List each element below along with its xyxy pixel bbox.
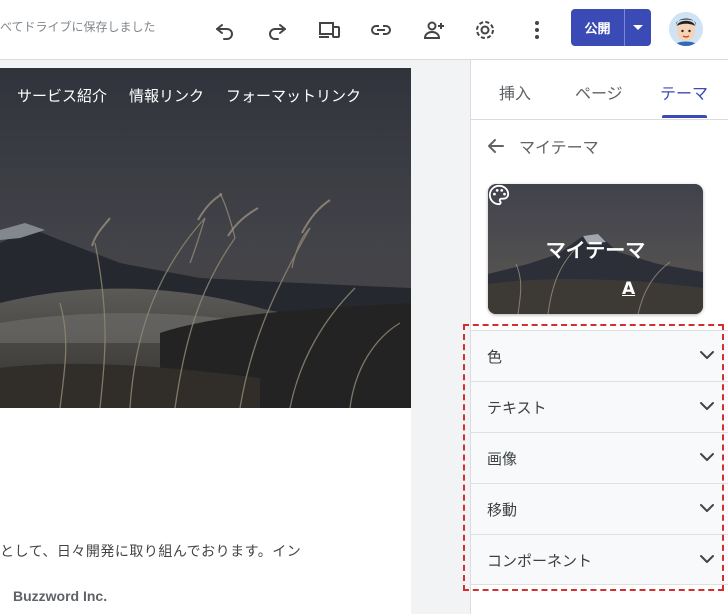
section-label: 移動 <box>487 501 518 519</box>
nav-link-services[interactable]: サービス紹介 <box>17 85 107 106</box>
section-colors[interactable]: 色 <box>471 330 728 381</box>
undo-icon[interactable] <box>209 14 241 46</box>
chevron-down-icon[interactable] <box>697 396 717 416</box>
chevron-down-icon[interactable] <box>697 549 717 569</box>
nav-link-format[interactable]: フォーマットリンク <box>226 85 361 106</box>
top-toolbar: べてドライブに保存しました 公開 <box>0 0 728 60</box>
section-label: 画像 <box>487 450 518 468</box>
preview-icon[interactable] <box>313 14 345 46</box>
link-icon[interactable] <box>365 14 397 46</box>
more-icon[interactable] <box>521 14 553 46</box>
theme-card-title: マイテーマ <box>545 238 646 262</box>
settings-icon[interactable] <box>469 14 501 46</box>
section-label: コンポーネント <box>487 552 593 570</box>
section-text[interactable]: テキスト <box>471 381 728 432</box>
section-images[interactable]: 画像 <box>471 432 728 483</box>
back-to-themes-button[interactable]: マイテーマ <box>487 134 599 158</box>
sites-editor: べてドライブに保存しました 公開 サービス紹介 情報リンク フォーマットリンク … <box>0 0 728 614</box>
chevron-down-icon[interactable] <box>625 9 651 46</box>
avatar[interactable] <box>669 12 703 46</box>
panel-tabs: 挿入 ページ テーマ <box>471 60 728 120</box>
chevron-down-icon[interactable] <box>697 498 717 518</box>
text-format-icon[interactable]: A <box>622 279 635 299</box>
chevron-down-icon[interactable] <box>697 447 717 467</box>
section-label: 色 <box>487 348 503 366</box>
redo-icon[interactable] <box>261 14 293 46</box>
hero-background-image <box>0 68 411 408</box>
publish-button[interactable]: 公開 <box>571 9 651 46</box>
chevron-down-icon[interactable] <box>697 345 717 365</box>
publish-label[interactable]: 公開 <box>571 9 625 46</box>
theme-preview-card[interactable]: マイテーマ A <box>488 184 703 314</box>
arrow-back-icon[interactable] <box>487 137 505 155</box>
site-body-text[interactable]: として、日々開発に取り組んでおります。イン <box>0 541 301 561</box>
section-navigation[interactable]: 移動 <box>471 483 728 534</box>
tab-pages[interactable]: ページ <box>575 80 623 104</box>
save-status: べてドライブに保存しました <box>0 20 156 34</box>
back-label: マイテーマ <box>519 138 599 157</box>
side-panel: 挿入 ページ テーマ マイテーマ マイテーマ A 色 テキスト 画像 移動 コン… <box>470 60 728 614</box>
site-nav: サービス紹介 情報リンク フォーマットリンク <box>17 85 361 106</box>
tab-themes[interactable]: テーマ <box>660 80 708 104</box>
active-tab-indicator <box>662 115 707 118</box>
theme-settings-sections: 色 テキスト 画像 移動 コンポーネント <box>471 330 728 585</box>
site-canvas[interactable]: サービス紹介 情報リンク フォーマットリンク として、日々開発に取り組んでおりま… <box>0 68 411 614</box>
share-icon[interactable] <box>417 14 449 46</box>
section-label: テキスト <box>487 399 547 417</box>
site-footer-text[interactable]: Buzzword Inc. <box>13 588 107 604</box>
nav-link-info[interactable]: 情報リンク <box>129 85 204 106</box>
hero-banner[interactable]: サービス紹介 情報リンク フォーマットリンク <box>0 68 411 408</box>
section-components[interactable]: コンポーネント <box>471 534 728 585</box>
palette-icon[interactable] <box>488 184 510 206</box>
tab-insert[interactable]: 挿入 <box>499 80 531 104</box>
